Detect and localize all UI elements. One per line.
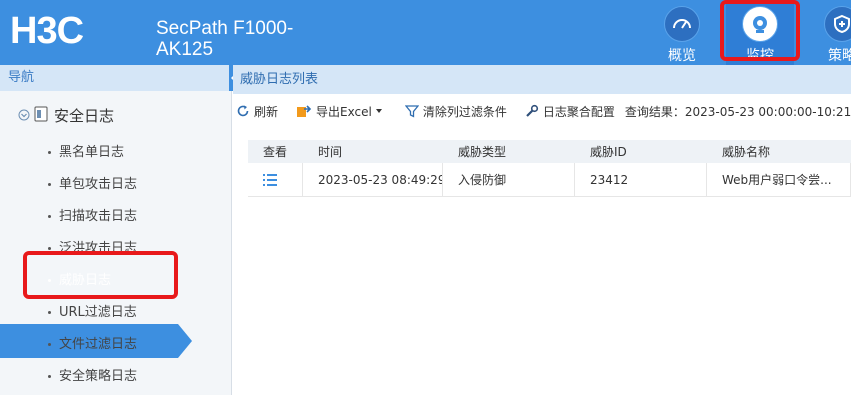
topnav-overview[interactable]: 概览	[648, 0, 716, 65]
sidebar-item-blacklist-log[interactable]: 黑名单日志	[48, 141, 124, 160]
sidebar-title: 导航	[8, 70, 35, 85]
panel-title-bar: 威胁日志列表	[233, 65, 851, 94]
toolbar: 刷新 导出Excel 清除列过滤条件 日志聚合配置 查询结果：2023-05-2…	[236, 99, 851, 123]
list-details-icon[interactable]	[263, 173, 277, 186]
sidebar-item-label: 黑名单日志	[59, 145, 125, 160]
filter-icon	[404, 105, 419, 118]
highlight-box-monitor	[720, 0, 800, 61]
query-result-text: 查询结果：2023-05-23 00:00:00-10:21:06	[624, 104, 851, 119]
log-aggregation-config-button[interactable]: 日志聚合配置	[525, 103, 615, 120]
export-icon	[297, 105, 312, 117]
clear-filter-label: 清除列过滤条件	[422, 104, 507, 119]
sidebar: 导航 安全日志 黑名单日志 单包攻击日志 扫描攻击日志 泛洪攻击日志 威胁日志 …	[0, 65, 237, 395]
topnav-policy-label: 策略	[828, 48, 851, 64]
chevron-down-icon	[375, 109, 382, 113]
sidebar-item-label: 单包攻击日志	[59, 177, 138, 192]
topnav-overview-label: 概览	[668, 48, 696, 64]
column-header-threat-id[interactable]: 威胁ID	[575, 140, 707, 163]
column-header-time[interactable]: 时间	[303, 140, 443, 163]
table-header-row: 查看 时间 威胁类型 威胁ID 威胁名称	[248, 140, 851, 163]
sidebar-item-label: 安全策略日志	[59, 369, 138, 384]
sidebar-active-arrow	[178, 324, 192, 358]
view-details-cell[interactable]	[248, 163, 303, 196]
column-header-threat-type[interactable]: 威胁类型	[443, 140, 575, 163]
sidebar-item-security-policy-log[interactable]: 安全策略日志	[48, 365, 137, 384]
clear-column-filter-button[interactable]: 清除列过滤条件	[404, 103, 507, 120]
log-book-icon	[34, 106, 48, 126]
column-header-view[interactable]: 查看	[248, 140, 303, 163]
cell-threat-name: Web用户弱口令尝...	[707, 163, 851, 196]
product-name-line1: SecPath F1000-	[156, 18, 294, 39]
refresh-label: 刷新	[254, 104, 279, 119]
sidebar-item-label: 扫描攻击日志	[59, 209, 138, 224]
wrench-icon	[526, 104, 538, 117]
sidebar-group-label: 安全日志	[54, 107, 115, 125]
shield-icon	[824, 6, 851, 42]
sidebar-item-single-packet-log[interactable]: 单包攻击日志	[48, 173, 137, 192]
h3c-logo: H3C	[10, 10, 84, 52]
sidebar-header: 导航	[0, 65, 237, 91]
cell-threat-type: 入侵防御	[443, 163, 575, 196]
threat-log-table: 查看 时间 威胁类型 威胁ID 威胁名称 2023-05-23 08:49:29…	[248, 140, 851, 197]
refresh-icon	[237, 105, 249, 117]
sidebar-group-security-log[interactable]: 安全日志	[18, 105, 114, 126]
column-header-threat-name[interactable]: 威胁名称	[707, 140, 851, 163]
cell-threat-id: 23412	[575, 163, 707, 196]
export-excel-button[interactable]: 导出Excel	[296, 103, 387, 120]
sidebar-item-url-filter-log[interactable]: URL过滤日志	[48, 301, 137, 320]
cell-time: 2023-05-23 08:49:29	[303, 163, 443, 196]
sidebar-item-label: URL过滤日志	[59, 305, 137, 320]
highlight-box-threat-log	[23, 251, 178, 299]
topnav-policy[interactable]: 策略	[808, 0, 851, 65]
product-name: SecPath F1000- AK125	[156, 18, 293, 60]
table-row[interactable]: 2023-05-23 08:49:29 入侵防御 23412 Web用户弱口令尝…	[248, 163, 851, 197]
product-name-line2: AK125	[156, 39, 214, 60]
collapse-chevron-icon[interactable]	[18, 107, 30, 125]
log-aggregation-label: 日志聚合配置	[542, 104, 615, 119]
sidebar-item-label: 文件过滤日志	[59, 337, 138, 352]
export-label: 导出Excel	[316, 104, 372, 119]
sidebar-item-file-filter-log[interactable]: 文件过滤日志	[48, 333, 137, 352]
refresh-button[interactable]: 刷新	[236, 103, 278, 120]
gauge-icon	[664, 6, 700, 42]
sidebar-item-scan-attack-log[interactable]: 扫描攻击日志	[48, 205, 137, 224]
panel-title: 威胁日志列表	[240, 72, 319, 87]
